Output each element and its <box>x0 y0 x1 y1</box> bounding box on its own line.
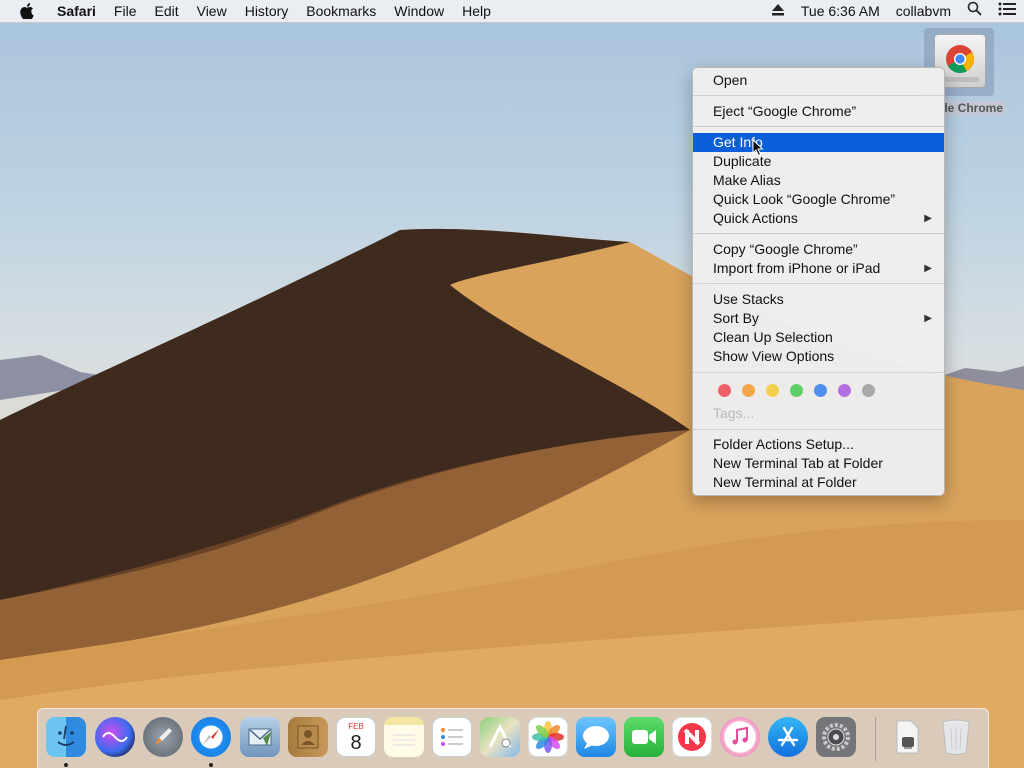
menu-app-name[interactable]: Safari <box>48 0 105 22</box>
menu-bar: Safari File Edit View History Bookmarks … <box>0 0 1024 23</box>
menu-item-quick-look[interactable]: Quick Look “Google Chrome” <box>693 190 944 209</box>
notification-center-icon[interactable] <box>998 0 1016 22</box>
system-preferences-icon[interactable] <box>816 717 856 757</box>
desktop-icon-label[interactable]: le Chrome <box>938 101 1024 117</box>
maps-icon[interactable] <box>480 717 520 757</box>
finder-icon[interactable] <box>46 717 86 757</box>
news-icon[interactable] <box>672 717 712 757</box>
menu-help[interactable]: Help <box>453 0 500 22</box>
menubar-clock[interactable]: Tue 6:36 AM <box>801 0 880 22</box>
menu-item-eject[interactable]: Eject “Google Chrome” <box>693 102 944 121</box>
menu-item-sort-by[interactable]: Sort By ▶ <box>693 309 944 328</box>
menu-separator <box>693 429 944 430</box>
menu-item-quick-actions[interactable]: Quick Actions ▶ <box>693 209 944 228</box>
menu-view[interactable]: View <box>188 0 236 22</box>
tag-blue-dot[interactable] <box>814 384 827 397</box>
menu-item-label: Sort By <box>713 310 759 326</box>
tag-purple-dot[interactable] <box>838 384 851 397</box>
launchpad-icon[interactable] <box>143 717 183 757</box>
facetime-icon[interactable] <box>624 717 664 757</box>
menu-separator <box>693 95 944 96</box>
menu-file[interactable]: File <box>105 0 146 22</box>
menu-item-import-iphone[interactable]: Import from iPhone or iPad ▶ <box>693 259 944 278</box>
apple-logo-icon[interactable] <box>16 0 38 22</box>
itunes-icon[interactable] <box>720 717 760 757</box>
dock: FEB 8 <box>37 708 989 768</box>
menu-item-duplicate[interactable]: Duplicate <box>693 152 944 171</box>
menu-window[interactable]: Window <box>385 0 453 22</box>
menu-history[interactable]: History <box>236 0 298 22</box>
safari-icon[interactable] <box>191 717 231 757</box>
eject-icon[interactable] <box>771 0 785 22</box>
siri-icon[interactable] <box>95 717 135 757</box>
photos-icon[interactable] <box>528 717 568 757</box>
reminders-icon[interactable] <box>432 717 472 757</box>
menu-item-use-stacks[interactable]: Use Stacks <box>693 290 944 309</box>
calendar-month: FEB <box>348 722 364 731</box>
menu-item-tags[interactable]: Tags... <box>693 404 944 423</box>
menu-item-show-view-options[interactable]: Show View Options <box>693 347 944 366</box>
calendar-icon[interactable]: FEB 8 <box>336 717 376 757</box>
menu-separator <box>693 283 944 284</box>
tag-green-dot[interactable] <box>790 384 803 397</box>
tag-gray-dot[interactable] <box>862 384 875 397</box>
menu-item-new-terminal-tab[interactable]: New Terminal Tab at Folder <box>693 454 944 473</box>
menu-item-new-terminal[interactable]: New Terminal at Folder <box>693 473 944 492</box>
menu-item-get-info[interactable]: Get Info <box>693 133 944 152</box>
tag-orange-dot[interactable] <box>742 384 755 397</box>
menu-item-folder-actions[interactable]: Folder Actions Setup... <box>693 435 944 454</box>
contacts-icon[interactable] <box>288 717 328 757</box>
spotlight-search-icon[interactable] <box>967 0 982 22</box>
submenu-arrow-icon: ▶ <box>924 263 932 274</box>
menu-separator <box>693 372 944 373</box>
menu-item-label: Quick Actions <box>713 210 798 226</box>
tag-red-dot[interactable] <box>718 384 731 397</box>
menubar-user[interactable]: collabvm <box>896 0 951 22</box>
mail-icon[interactable] <box>240 717 280 757</box>
menu-bookmarks[interactable]: Bookmarks <box>297 0 385 22</box>
calendar-day: 8 <box>350 732 362 754</box>
menu-separator <box>693 233 944 234</box>
dock-divider <box>875 717 876 761</box>
running-indicator <box>209 763 213 767</box>
mouse-cursor-icon <box>752 138 764 162</box>
menu-item-clean-up[interactable]: Clean Up Selection <box>693 328 944 347</box>
menu-item-make-alias[interactable]: Make Alias <box>693 171 944 190</box>
downloads-stack-icon[interactable] <box>887 717 927 757</box>
menu-edit[interactable]: Edit <box>145 0 187 22</box>
menu-item-label: Import from iPhone or iPad <box>713 260 881 276</box>
app-store-icon[interactable] <box>768 717 808 757</box>
notes-icon[interactable] <box>384 717 424 757</box>
messages-icon[interactable] <box>576 717 616 757</box>
context-menu: Open Eject “Google Chrome” Get Info Dupl… <box>692 67 945 496</box>
menu-separator <box>693 126 944 127</box>
submenu-arrow-icon: ▶ <box>924 213 932 224</box>
running-indicator <box>64 763 68 767</box>
submenu-arrow-icon: ▶ <box>924 313 932 324</box>
tag-yellow-dot[interactable] <box>766 384 779 397</box>
trash-icon[interactable] <box>936 717 976 757</box>
menu-item-open[interactable]: Open <box>693 71 944 90</box>
menu-item-copy[interactable]: Copy “Google Chrome” <box>693 240 944 259</box>
